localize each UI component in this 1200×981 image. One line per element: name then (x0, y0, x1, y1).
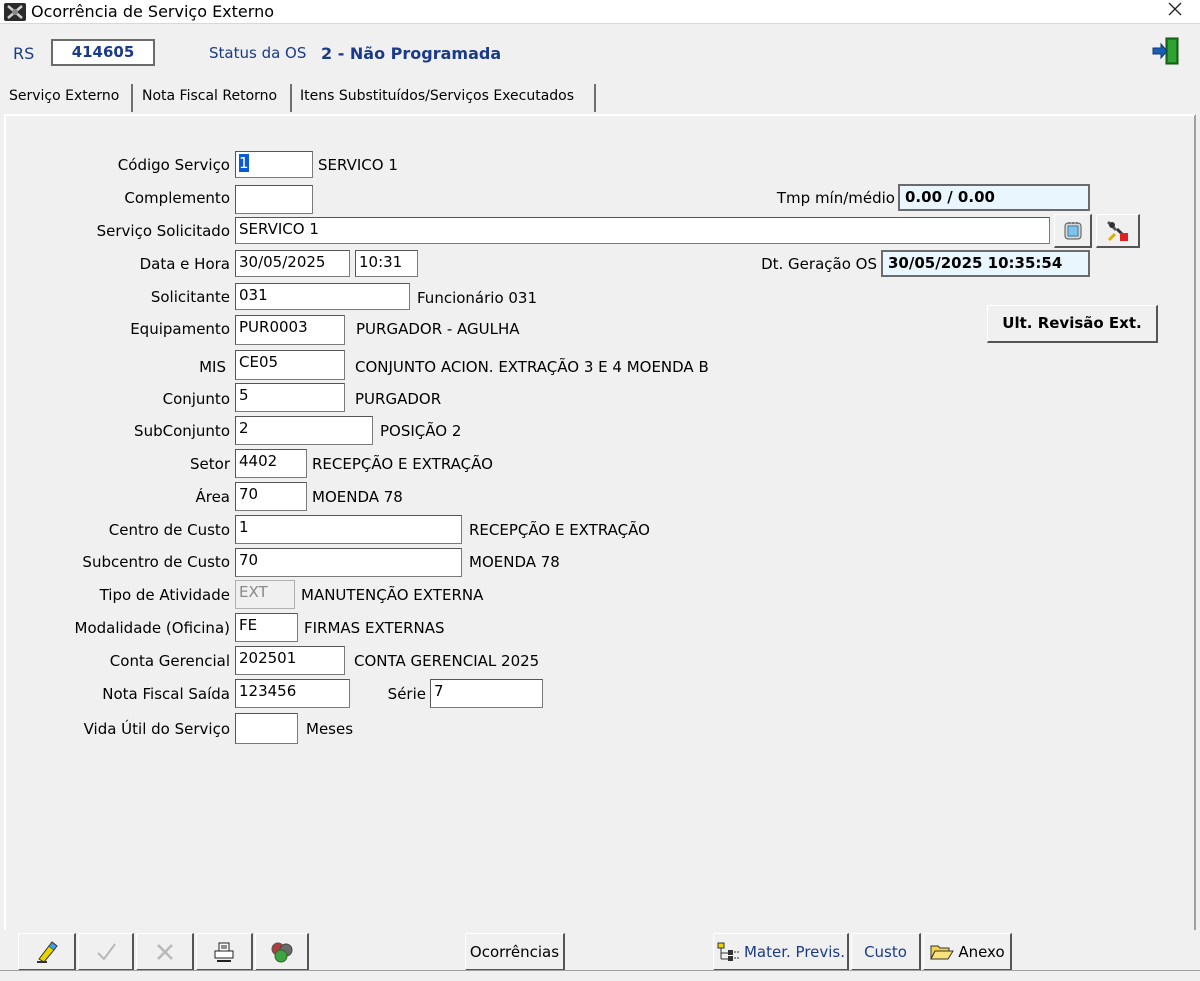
conjunto-input[interactable]: 5 (235, 383, 345, 412)
tree-list-icon (717, 942, 739, 961)
tmp-value: 0.00 / 0.00 (898, 184, 1090, 211)
users-button[interactable] (255, 933, 309, 971)
subcentro-custo-input[interactable]: 70 (235, 548, 462, 577)
conjunto-label: Conjunto (162, 390, 230, 408)
centro-custo-input[interactable]: 1 (235, 515, 462, 544)
exit-button[interactable] (1150, 35, 1182, 67)
complemento-label: Complemento (124, 189, 230, 207)
custo-button[interactable]: Custo (851, 933, 921, 971)
tools-icon (1106, 220, 1128, 241)
time-input[interactable]: 10:31 (355, 250, 418, 277)
vida-util-input[interactable] (235, 713, 298, 744)
servico-solicitado-input[interactable]: SERVICO 1 (235, 217, 1050, 244)
cancel-icon (156, 943, 173, 960)
anexo-button[interactable]: Anexo (923, 933, 1012, 971)
rs-number-field: 414605 (51, 39, 155, 66)
nota-fiscal-saida-input[interactable]: 123456 (235, 679, 350, 708)
window-title: Ocorrência de Serviço Externo (31, 2, 274, 21)
new-button[interactable] (18, 933, 76, 971)
subconjunto-label: SubConjunto (134, 422, 230, 440)
status-value: 2 - Não Programada (321, 44, 502, 63)
check-icon (96, 942, 116, 961)
notepad-icon (1064, 221, 1081, 239)
print-button[interactable] (196, 933, 253, 971)
vida-util-label: Vida Útil do Serviço (83, 720, 230, 738)
setor-label: Setor (190, 455, 230, 473)
tab-servico-externo[interactable]: Serviço Externo (4, 84, 133, 112)
tools-button[interactable] (1096, 214, 1140, 248)
tmp-label: Tmp mín/médio (776, 189, 895, 207)
notes-button[interactable] (1054, 214, 1092, 248)
mis-desc: CONJUNTO ACION. EXTRAÇÃO 3 E 4 MOENDA B (355, 358, 709, 376)
tab-nota-fiscal-retorno[interactable]: Nota Fiscal Retorno (137, 84, 292, 112)
status-label: Status da OS (209, 44, 307, 62)
equipamento-desc: PURGADOR - AGULHA (356, 320, 520, 338)
area-desc: MOENDA 78 (312, 488, 403, 506)
data-hora-label: Data e Hora (139, 255, 230, 273)
equipamento-input[interactable]: PUR0003 (235, 315, 345, 345)
conta-gerencial-input[interactable]: 202501 (235, 646, 345, 675)
tipo-atividade-input[interactable]: EXT (235, 580, 295, 609)
tipo-atividade-desc: MANUTENÇÃO EXTERNA (301, 586, 484, 604)
codigo-servico-input[interactable]: 1 (235, 151, 313, 178)
close-button[interactable] (1160, 0, 1190, 22)
tab-itens-substituidos[interactable]: Itens Substituídos/Serviços Executados (295, 84, 596, 112)
solicitante-label: Solicitante (150, 288, 230, 306)
new-record-icon (36, 940, 58, 963)
close-icon (1168, 2, 1182, 16)
folder-icon (930, 945, 955, 959)
conta-gerencial-desc: CONTA GERENCIAL 2025 (354, 652, 540, 670)
modalidade-input[interactable]: FE (235, 613, 298, 642)
nota-fiscal-saida-label: Nota Fiscal Saída (102, 685, 230, 703)
modalidade-desc: FIRMAS EXTERNAS (304, 619, 445, 637)
mis-input[interactable]: CE05 (235, 350, 345, 380)
users-icon (271, 942, 292, 962)
tipo-atividade-label: Tipo de Atividade (99, 586, 230, 604)
equipamento-label: Equipamento (130, 320, 230, 338)
subconjunto-input[interactable]: 2 (235, 416, 373, 445)
title-bar: Ocorrência de Serviço Externo (0, 0, 1200, 24)
serie-input[interactable]: 7 (430, 679, 543, 708)
area-input[interactable]: 70 (235, 482, 307, 511)
modalidade-label: Modalidade (Oficina) (74, 619, 230, 637)
codigo-servico-desc: SERVICO 1 (318, 156, 398, 174)
dt-geracao-label: Dt. Geração OS (761, 255, 877, 273)
date-input[interactable]: 30/05/2025 (235, 250, 350, 277)
ult-revisao-button[interactable]: Ult. Revisão Ext. (987, 305, 1158, 343)
anexo-label: Anexo (958, 942, 1005, 961)
conta-gerencial-label: Conta Gerencial (109, 652, 230, 670)
codigo-servico-label: Código Serviço (117, 156, 230, 174)
mis-label: MIS (199, 358, 226, 376)
centro-custo-label: Centro de Custo (108, 521, 230, 539)
header-bar: RS 414605 Status da OS 2 - Não Programad… (0, 25, 1200, 78)
vida-util-unit: Meses (306, 720, 354, 738)
centro-custo-desc: RECEPÇÃO E EXTRAÇÃO (469, 521, 650, 539)
status-strip (0, 970, 1200, 981)
conjunto-desc: PURGADOR (355, 390, 442, 408)
printer-icon (214, 942, 234, 962)
serie-label: Série (387, 685, 426, 703)
dt-geracao-value: 30/05/2025 10:35:54 (881, 250, 1090, 277)
setor-input[interactable]: 4402 (235, 449, 307, 478)
subcentro-custo-label: Subcentro de Custo (82, 553, 230, 571)
mater-previs-button[interactable]: Mater. Previs. (713, 933, 849, 971)
solicitante-desc: Funcionário 031 (417, 289, 538, 307)
servico-solicitado-label: Serviço Solicitado (96, 222, 230, 240)
setor-desc: RECEPÇÃO E EXTRAÇÃO (312, 455, 493, 473)
ocorrencias-button[interactable]: Ocorrências (465, 933, 565, 971)
rs-label: RS (13, 44, 35, 63)
subconjunto-desc: POSIÇÃO 2 (380, 422, 462, 440)
cancel-button[interactable] (136, 933, 194, 971)
exit-door-icon (1152, 37, 1179, 65)
mater-previs-label: Mater. Previs. (743, 942, 846, 961)
complemento-input[interactable] (235, 185, 313, 214)
app-logo-icon (4, 3, 26, 21)
subcentro-custo-desc: MOENDA 78 (469, 553, 560, 571)
confirm-button[interactable] (78, 933, 134, 971)
area-label: Área (195, 488, 230, 506)
solicitante-input[interactable]: 031 (235, 283, 410, 310)
